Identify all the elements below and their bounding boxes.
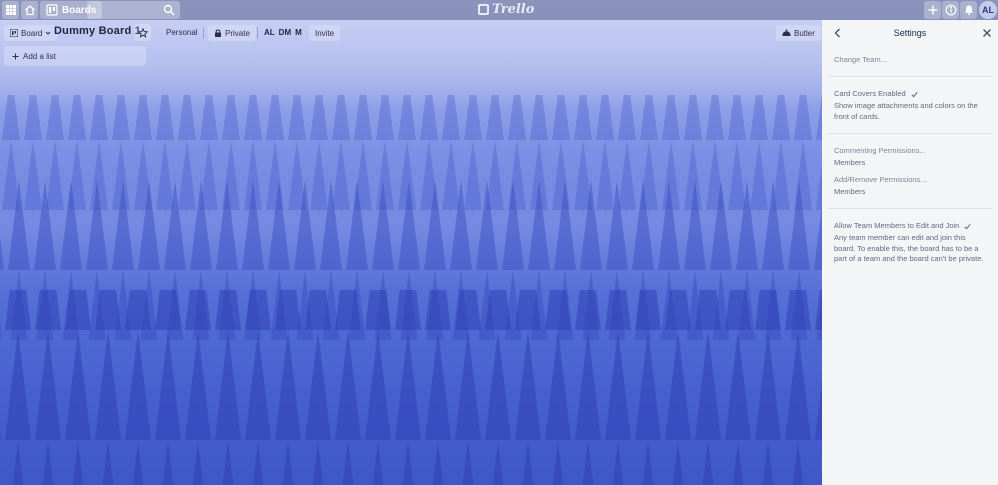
invite-label: Invite xyxy=(315,28,335,38)
visibility-label: Private xyxy=(225,28,250,38)
grid-icon xyxy=(5,5,16,15)
team-label[interactable]: Personal xyxy=(166,28,198,37)
allow-team-description: Any team member can edit and join this b… xyxy=(834,233,984,263)
change-team-link[interactable]: Change Team... xyxy=(834,55,989,66)
settings-divider xyxy=(828,76,992,77)
notifications-button[interactable] xyxy=(960,1,977,19)
allow-team-toggle[interactable]: Allow Team Members to Edit and Join xyxy=(834,221,989,232)
allow-team-label: Allow Team Members to Edit and Join xyxy=(834,221,960,230)
board-view-switcher[interactable]: Board xyxy=(4,25,58,41)
trello-logo-icon xyxy=(478,4,489,15)
butler-button[interactable]: Butler xyxy=(776,25,821,41)
trello-logo[interactable]: Trello xyxy=(478,2,534,17)
home-icon xyxy=(24,5,35,16)
add-remove-permissions-link[interactable]: Add/Remove Permissions... xyxy=(834,175,989,186)
commenting-permissions-link[interactable]: Commenting Permissions... xyxy=(834,146,989,157)
settings-divider xyxy=(828,208,992,209)
top-nav-bar: Boards Trello AL xyxy=(0,0,998,20)
create-button[interactable] xyxy=(924,1,941,19)
settings-title: Settings xyxy=(893,28,927,38)
board-members: AL DM M xyxy=(264,28,302,37)
checkmark-icon xyxy=(911,91,918,97)
card-covers-toggle[interactable]: Card Covers Enabled xyxy=(834,89,989,100)
add-list-button[interactable]: Add a list xyxy=(4,46,146,66)
card-covers-label: Card Covers Enabled xyxy=(834,89,906,98)
board-view-label: Board xyxy=(21,28,43,38)
plus-icon xyxy=(12,53,19,59)
star-icon xyxy=(137,27,148,38)
user-avatar[interactable]: AL xyxy=(979,1,997,19)
add-list-label: Add a list xyxy=(23,51,56,61)
plus-icon xyxy=(928,5,937,15)
chevron-down-icon xyxy=(46,31,51,35)
search-icon xyxy=(163,4,175,16)
butler-label: Butler xyxy=(794,28,815,38)
checkmark-icon xyxy=(964,223,972,229)
card-covers-description: Show image attachments and colors on the… xyxy=(834,101,978,121)
member-avatar[interactable]: M xyxy=(295,28,302,37)
member-avatar[interactable]: AL xyxy=(264,28,275,37)
commenting-permissions-value: Members xyxy=(834,158,866,167)
bell-icon xyxy=(964,5,973,16)
info-button[interactable] xyxy=(942,1,959,19)
settings-divider xyxy=(828,133,992,134)
board-header: Board Dummy Board 1 Personal Private AL … xyxy=(0,20,822,46)
home-button[interactable] xyxy=(21,1,38,19)
member-avatar[interactable]: DM xyxy=(279,28,291,37)
trello-logo-text: Trello xyxy=(492,2,535,17)
board-title[interactable]: Dummy Board 1 xyxy=(54,25,141,37)
invite-button[interactable]: Invite xyxy=(309,25,341,41)
search-input[interactable] xyxy=(87,1,180,19)
header-divider xyxy=(257,27,258,39)
visibility-button[interactable]: Private xyxy=(208,25,256,41)
board-view-icon xyxy=(10,29,18,37)
header-divider xyxy=(203,27,204,39)
board-icon xyxy=(46,4,58,16)
close-icon[interactable] xyxy=(981,27,993,39)
settings-panel-header: Settings xyxy=(822,20,998,46)
user-avatar-initials: AL xyxy=(982,5,994,15)
settings-panel: Settings Change Team... Card Covers Enab… xyxy=(822,20,998,485)
star-board-button[interactable] xyxy=(134,24,151,41)
apps-button[interactable] xyxy=(2,1,19,19)
info-icon xyxy=(945,4,956,16)
butler-icon xyxy=(782,29,791,36)
add-remove-permissions-value: Members xyxy=(834,187,866,196)
lock-icon xyxy=(215,29,221,37)
